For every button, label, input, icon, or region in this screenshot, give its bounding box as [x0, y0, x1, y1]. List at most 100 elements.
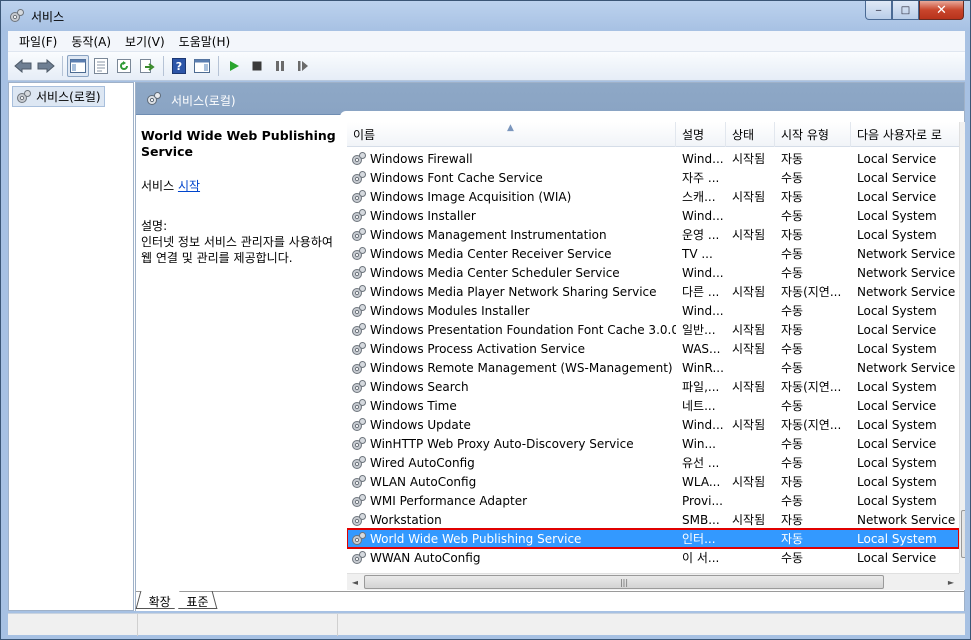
service-startup-type: 수동: [781, 171, 804, 185]
table-row[interactable]: Windows Font Cache Service 자주 ... 수동 Local …: [347, 168, 959, 187]
service-name: WWAN AutoConfig: [370, 550, 481, 565]
tab-extended[interactable]: 확장: [135, 591, 180, 609]
menu-view[interactable]: 보기(V): [118, 33, 172, 50]
table-row[interactable]: Windows Remote Management (WS-Management…: [347, 358, 959, 377]
column-header-label: 이름: [353, 128, 376, 142]
resume-service-button[interactable]: [292, 55, 314, 77]
service-gear-icon: [352, 531, 366, 545]
table-row-selected[interactable]: World Wide Web Publishing Service 인터... 자동…: [347, 528, 960, 549]
table-row[interactable]: Windows Media Player Network Sharing Ser…: [347, 282, 959, 301]
console-tree-button[interactable]: [67, 55, 89, 77]
service-name: Windows Presentation Foundation Font Cac…: [370, 322, 676, 337]
tab-label: 확장: [148, 595, 171, 609]
service-description: WinR...: [682, 360, 724, 375]
menu-help[interactable]: 도움말(H): [172, 33, 238, 50]
column-header-label: 다음 사용자로 로: [857, 128, 942, 142]
service-name-cell: Windows Media Player Network Sharing Ser…: [347, 284, 676, 300]
scroll-up-icon[interactable]: ▲: [960, 122, 966, 138]
column-header-description[interactable]: 설명: [676, 122, 726, 147]
service-name-cell: WinHTTP Web Proxy Auto-Discovery Service: [347, 436, 676, 452]
service-name: WLAN AutoConfig: [370, 474, 477, 489]
export-list-button[interactable]: [136, 55, 158, 77]
table-row[interactable]: Windows Management Instrumentation 운영 ...…: [347, 225, 959, 244]
table-row[interactable]: WinHTTP Web Proxy Auto-Discovery Service…: [347, 434, 959, 453]
table-row[interactable]: Windows Search 파일,... 시작됨 자동(지연... Local Sys…: [347, 377, 959, 396]
table-row[interactable]: Windows Media Center Scheduler Service Wi…: [347, 263, 959, 282]
forward-button[interactable]: [35, 55, 57, 77]
service-description: WLA...: [682, 474, 721, 489]
description-label: 설명:: [141, 219, 168, 233]
column-header-log-on-as[interactable]: 다음 사용자로 로: [851, 122, 959, 147]
service-gear-icon: [352, 284, 366, 298]
service-gear-icon: [352, 379, 366, 393]
minimize-icon: ‒: [875, 4, 882, 16]
table-row[interactable]: WLAN AutoConfig WLA... 시작됨 자동 Local System: [347, 472, 959, 491]
column-header-status[interactable]: 상태: [726, 122, 775, 147]
title-bar[interactable]: 서비스 ‒ □ ✕: [1, 1, 970, 30]
service-status: 시작됨: [732, 190, 766, 204]
stop-service-button[interactable]: [246, 55, 268, 77]
start-service-link[interactable]: 시작: [178, 179, 200, 193]
service-name-cell: WMI Performance Adapter: [347, 493, 676, 509]
menu-action[interactable]: 동작(A): [64, 33, 118, 50]
scroll-left-icon[interactable]: ◄: [347, 574, 363, 590]
table-row[interactable]: Windows Firewall Wind... 시작됨 자동 Local Servic…: [347, 149, 959, 168]
service-log-on-as: Local Service: [857, 398, 937, 413]
vertical-scrollbar[interactable]: ▲ ▼: [959, 122, 965, 573]
tree-item-services-local[interactable]: 서비스(로컬): [12, 86, 105, 107]
help-button[interactable]: ?: [168, 55, 190, 77]
column-header-startup-type[interactable]: 시작 유형: [775, 122, 851, 147]
table-row[interactable]: Windows Image Acquisition (WIA) 스캐... 시작됨 자…: [347, 187, 959, 206]
table-row[interactable]: WMI Performance Adapter Provi... 수동 Local S…: [347, 491, 959, 510]
menu-file[interactable]: 파일(F): [12, 33, 64, 50]
scroll-right-icon[interactable]: ►: [943, 574, 959, 590]
service-log-on-as: Network Service: [857, 246, 956, 261]
table-row[interactable]: Windows Presentation Foundation Font Cac…: [347, 320, 959, 339]
column-header-label: 시작 유형: [781, 128, 829, 142]
refresh-button[interactable]: [113, 55, 135, 77]
table-row[interactable]: WWAN AutoConfig 이 서... 수동 Local Service: [347, 548, 959, 567]
action-pane-button[interactable]: [191, 55, 213, 77]
service-name-cell: World Wide Web Publishing Service: [347, 531, 676, 547]
service-log-on-as: Local System: [857, 227, 937, 242]
minimize-button[interactable]: ‒: [865, 1, 892, 20]
column-header-name[interactable]: ▲ 이름: [347, 122, 676, 147]
table-row[interactable]: Workstation SMB... 시작됨 자동 Network Service: [347, 510, 959, 529]
horizontal-scroll-thumb[interactable]: |||: [364, 575, 884, 589]
service-gear-icon: [352, 512, 366, 526]
vertical-scroll-thumb[interactable]: [961, 510, 965, 558]
service-startup-type: 자동(지연...: [781, 380, 842, 394]
close-button[interactable]: ✕: [919, 1, 964, 20]
status-segment: [338, 614, 965, 636]
table-row[interactable]: Windows Update Wind... 시작됨 자동(지연... Local Sy…: [347, 415, 959, 434]
table-row[interactable]: Windows Installer Wind... 수동 Local System: [347, 206, 959, 225]
service-name: Windows Management Instrumentation: [370, 227, 607, 242]
maximize-button[interactable]: □: [892, 1, 919, 20]
back-button[interactable]: [12, 55, 34, 77]
services-gear-icon: [10, 9, 24, 22]
pause-service-button[interactable]: [269, 55, 291, 77]
column-header-label: 설명: [682, 128, 705, 142]
table-row[interactable]: Windows Process Activation Service WAS...…: [347, 339, 959, 358]
properties-button[interactable]: [90, 55, 112, 77]
grip-icon: |||: [619, 577, 629, 587]
help-icon: ?: [172, 58, 186, 74]
table-row[interactable]: Wired AutoConfig 유선 ... 수동 Local System: [347, 453, 959, 472]
table-row[interactable]: Windows Media Center Receiver Service TV …: [347, 244, 959, 263]
start-service-button[interactable]: [223, 55, 245, 77]
window-controls: ‒ □ ✕: [865, 1, 964, 21]
service-log-on-as: Local Service: [857, 550, 937, 565]
service-description: Wind...: [682, 303, 724, 318]
service-name: WinHTTP Web Proxy Auto-Discovery Service: [370, 436, 634, 451]
service-status: 시작됨: [732, 380, 766, 394]
table-row[interactable]: Windows Modules Installer Wind... 수동 Local …: [347, 301, 959, 320]
service-description: WAS...: [682, 341, 721, 356]
list-header: ▲ 이름 설명 상태 시작 유형 다음 사용자로 로: [347, 122, 959, 147]
horizontal-scrollbar[interactable]: ◄ ||| ►: [347, 573, 959, 590]
tab-standard[interactable]: 표준: [173, 591, 218, 609]
service-startup-type: 수동: [781, 304, 804, 318]
scroll-down-icon[interactable]: ▼: [960, 557, 966, 573]
service-start-line: 서비스 시작: [141, 178, 341, 194]
maximize-icon: □: [900, 4, 911, 16]
table-row[interactable]: Windows Time 네트... 수동 Local Service: [347, 396, 959, 415]
